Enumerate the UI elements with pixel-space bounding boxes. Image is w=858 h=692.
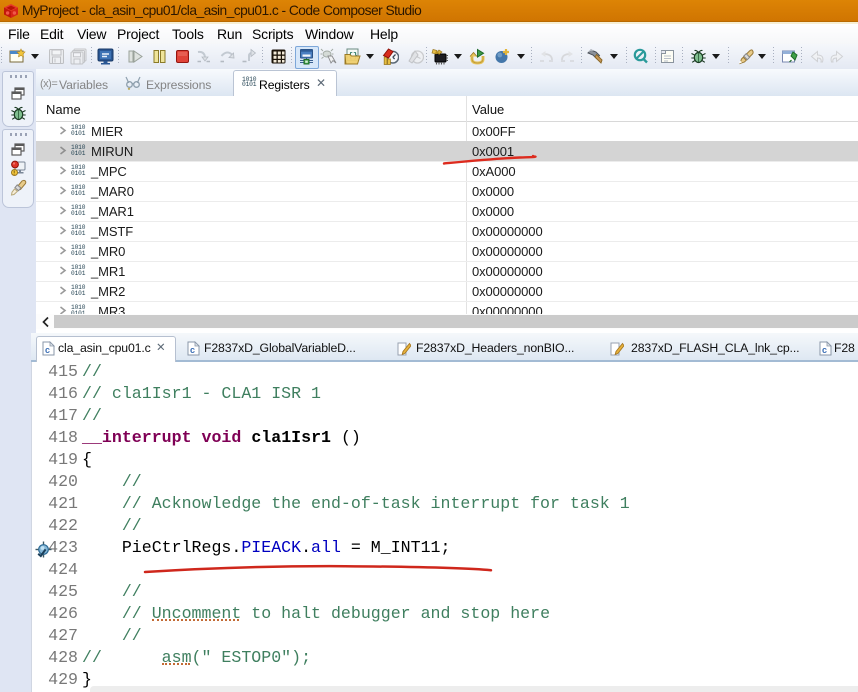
svg-text:c: c [822,345,827,355]
svg-text:c: c [190,345,195,355]
svg-text:c: c [45,345,50,355]
svg-text:!: ! [13,171,15,177]
